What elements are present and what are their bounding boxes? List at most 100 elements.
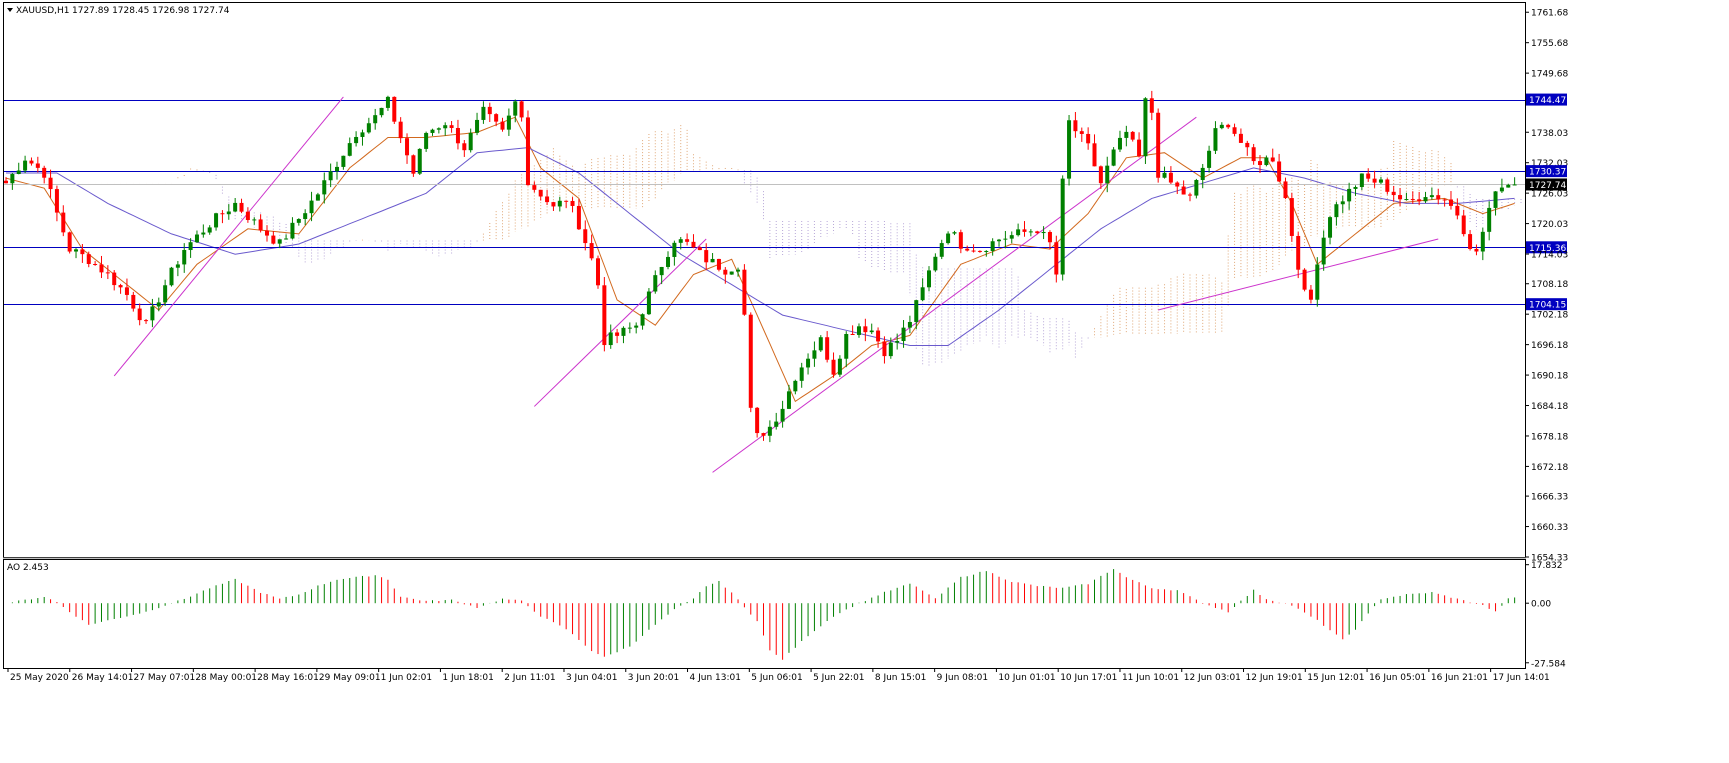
y-tick-label: 1738.03 bbox=[1531, 129, 1568, 139]
candle-body bbox=[175, 264, 180, 268]
candle-body bbox=[194, 234, 199, 243]
ao-tick-label: 0.00 bbox=[1531, 600, 1551, 610]
candle-body bbox=[182, 250, 187, 265]
x-tick-label: 17 Jun 14:01 bbox=[1493, 673, 1550, 683]
candle-body bbox=[748, 314, 753, 408]
candle-body bbox=[1168, 172, 1173, 183]
candle-body bbox=[678, 239, 683, 243]
y-tick-label: 1690.18 bbox=[1531, 372, 1568, 382]
x-tick-label: 15 Jun 12:01 bbox=[1307, 673, 1364, 683]
candle-body bbox=[818, 337, 823, 351]
candle-body bbox=[67, 232, 72, 252]
candle-body bbox=[1213, 128, 1218, 151]
candle-body bbox=[806, 358, 811, 368]
candle-body bbox=[602, 285, 607, 346]
candle-body bbox=[1137, 139, 1142, 157]
candle-body bbox=[1111, 149, 1116, 166]
candle-body bbox=[417, 148, 422, 174]
candle-body bbox=[137, 308, 142, 321]
candle-body bbox=[61, 212, 66, 233]
candle-body bbox=[35, 163, 40, 168]
candle-body bbox=[124, 287, 129, 295]
x-tick-label: 16 Jun 21:01 bbox=[1431, 673, 1488, 683]
candle-body bbox=[615, 332, 620, 336]
candle-body bbox=[570, 200, 575, 206]
x-tick-label: 3 Jun 04:01 bbox=[566, 673, 617, 683]
y-tick-label: 1672.18 bbox=[1531, 463, 1568, 473]
candle-body bbox=[424, 132, 429, 149]
y-tick-label: 1666.33 bbox=[1531, 493, 1568, 503]
trading-chart: 1761.68 1755.68 1749.68 1744.47 1738.03 1732.… bbox=[0, 0, 1729, 759]
candle-body bbox=[1340, 201, 1345, 205]
price-label: 1730.37 bbox=[1529, 168, 1566, 178]
candle-body bbox=[901, 327, 906, 342]
x-tick-label: 27 May 07:01 bbox=[134, 673, 196, 683]
candle-body bbox=[500, 121, 505, 130]
candle-body bbox=[29, 160, 34, 164]
price-chart-svg[interactable]: 1761.681755.681749.681744.471738.031732.… bbox=[0, 0, 1729, 759]
candle-body bbox=[1041, 231, 1046, 234]
candle-body bbox=[54, 189, 59, 213]
candle-body bbox=[284, 238, 289, 240]
ao-pane-frame bbox=[3, 559, 1526, 669]
candle-body bbox=[729, 271, 734, 275]
candle-body bbox=[1391, 191, 1396, 196]
candle-body bbox=[207, 227, 212, 233]
candle-body bbox=[214, 213, 219, 228]
candle-body bbox=[1423, 197, 1428, 202]
candle-body bbox=[1003, 238, 1008, 240]
candle-body bbox=[672, 242, 677, 257]
candle-body bbox=[1238, 133, 1243, 143]
candle-body bbox=[583, 229, 588, 244]
candle-body bbox=[1455, 205, 1460, 216]
candle-body bbox=[1487, 207, 1492, 232]
candle-body bbox=[245, 211, 250, 221]
candle-body bbox=[506, 115, 511, 130]
symbol-label: XAUUSD,H1 bbox=[16, 6, 70, 16]
candle-body bbox=[494, 114, 499, 122]
candle-body bbox=[4, 180, 8, 184]
candle-body bbox=[863, 326, 868, 333]
candle-body bbox=[1175, 182, 1180, 187]
dropdown-triangle-icon[interactable] bbox=[7, 8, 13, 12]
candle-body bbox=[1117, 137, 1122, 150]
x-tick-label: 11 Jun 10:01 bbox=[1122, 673, 1179, 683]
x-tick-label: 12 Jun 03:01 bbox=[1184, 673, 1241, 683]
candle-body bbox=[653, 275, 658, 292]
candle-body bbox=[525, 117, 530, 186]
x-tick-label: 28 May 16:01 bbox=[257, 673, 319, 683]
candle-body bbox=[646, 291, 651, 315]
candle-body bbox=[309, 200, 314, 214]
y-tick-label: 1761.68 bbox=[1531, 9, 1568, 19]
candles bbox=[4, 90, 1517, 443]
candle-body bbox=[252, 219, 257, 221]
candle-body bbox=[23, 160, 28, 171]
candle-body bbox=[1436, 195, 1441, 200]
candle-body bbox=[1315, 264, 1320, 300]
candle-body bbox=[1251, 147, 1256, 162]
candle-body bbox=[1156, 112, 1161, 178]
candle-body bbox=[93, 263, 98, 265]
candle-body bbox=[761, 433, 766, 436]
x-tick-label: 10 Jun 01:01 bbox=[998, 673, 1055, 683]
candle-body bbox=[1378, 179, 1383, 183]
candle-body bbox=[144, 320, 149, 322]
candle-body bbox=[296, 218, 301, 223]
x-tick-label: 29 May 09:01 bbox=[319, 673, 381, 683]
candle-body bbox=[411, 155, 416, 174]
candle-body bbox=[1359, 173, 1364, 188]
candle-body bbox=[869, 330, 874, 333]
candle-body bbox=[1181, 186, 1186, 195]
candle-body bbox=[475, 119, 480, 133]
candle-body bbox=[1187, 194, 1192, 196]
x-tick-label: 4 Jun 13:01 bbox=[690, 673, 741, 683]
candle-body bbox=[634, 325, 639, 328]
candle-body bbox=[1009, 235, 1014, 239]
candle-body bbox=[436, 128, 441, 130]
candle-body bbox=[532, 185, 537, 190]
candle-body bbox=[1296, 235, 1301, 270]
candle-body bbox=[1098, 166, 1103, 184]
candle-body bbox=[169, 267, 174, 286]
candle-body bbox=[118, 285, 123, 288]
candle-body bbox=[1047, 231, 1052, 243]
